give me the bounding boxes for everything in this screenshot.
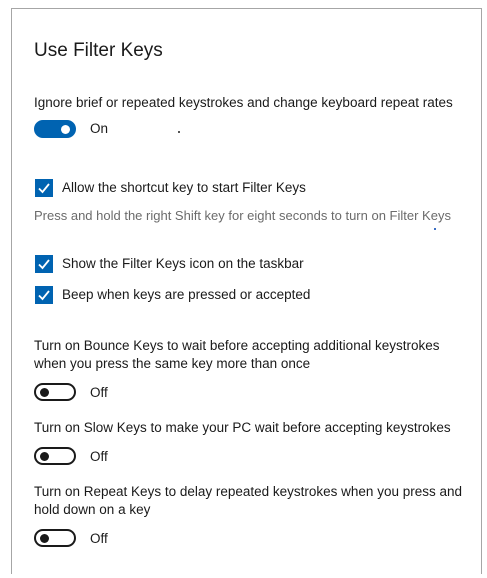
show-icon-label: Show the Filter Keys icon on the taskbar <box>62 256 304 271</box>
filter-keys-description: Ignore brief or repeated keystrokes and … <box>34 95 453 110</box>
repeat-keys-toggle[interactable] <box>34 529 76 547</box>
bounce-keys-description-line2: when you press the same key more than on… <box>34 356 311 371</box>
stray-dot <box>434 228 436 230</box>
slow-keys-description: Turn on Slow Keys to make your PC wait b… <box>34 420 451 435</box>
toggle-knob <box>61 125 70 134</box>
page-title: Use Filter Keys <box>34 40 163 61</box>
checkmark-icon <box>38 259 50 270</box>
checkmark-icon <box>38 290 50 301</box>
beep-label: Beep when keys are pressed or accepted <box>62 287 311 302</box>
shortcut-label: Allow the shortcut key to start Filter K… <box>62 180 306 195</box>
filter-keys-toggle-state: On <box>90 121 109 136</box>
slow-keys-toggle[interactable] <box>34 447 76 465</box>
bounce-keys-toggle[interactable] <box>34 383 76 401</box>
bounce-keys-toggle-state: Off <box>90 385 108 400</box>
checkmark-icon <box>38 183 50 194</box>
repeat-keys-description-line2: hold down on a key <box>34 502 151 517</box>
shortcut-checkbox[interactable] <box>35 179 53 197</box>
bounce-keys-description-line1: Turn on Bounce Keys to wait before accep… <box>34 338 440 353</box>
slow-keys-toggle-state: Off <box>90 449 108 464</box>
beep-checkbox[interactable] <box>35 286 53 304</box>
toggle-knob <box>40 534 49 543</box>
repeat-keys-toggle-state: Off <box>90 531 108 546</box>
stray-dot <box>178 131 180 133</box>
toggle-knob <box>40 388 49 397</box>
shortcut-hint: Press and hold the right Shift key for e… <box>34 208 451 223</box>
toggle-knob <box>40 452 49 461</box>
repeat-keys-description-line1: Turn on Repeat Keys to delay repeated ke… <box>34 484 462 499</box>
show-icon-checkbox[interactable] <box>35 255 53 273</box>
filter-keys-toggle[interactable] <box>34 120 76 138</box>
